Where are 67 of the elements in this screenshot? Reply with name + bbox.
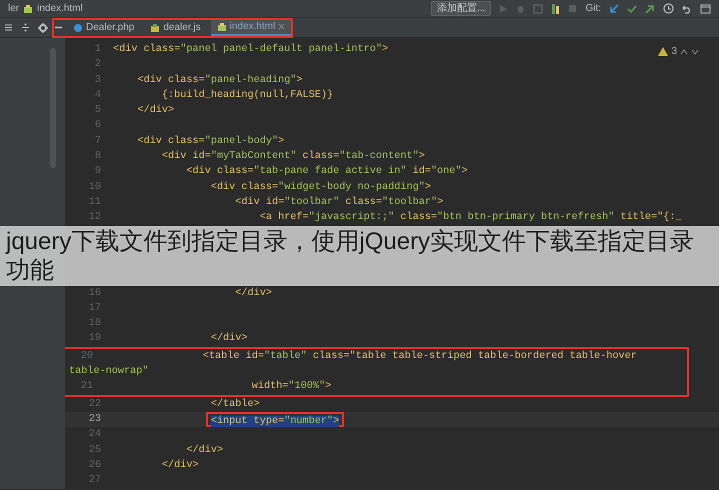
- window-icon[interactable]: [700, 4, 711, 14]
- code-line: <div class="widget-body no-padding">: [210, 180, 431, 195]
- editor-tab[interactable]: index.html: [210, 20, 292, 36]
- line-number: 26: [88, 458, 102, 473]
- code-line: </div>: [235, 286, 272, 301]
- js-file-icon: [150, 22, 160, 32]
- line-number: 16: [88, 286, 102, 301]
- editor-tab[interactable]: Dealer.php: [67, 20, 140, 36]
- html-file-icon: [216, 22, 227, 32]
- code-line: <div class="tab-pane fade active in" id="one">: [186, 164, 468, 180]
- code-line: width="100%">: [252, 380, 332, 394]
- breadcrumb-item[interactable]: ler: [8, 1, 20, 16]
- line-number: 12: [88, 211, 102, 226]
- line-number: 19: [88, 332, 102, 346]
- clock-icon[interactable]: [663, 3, 674, 14]
- line-number: 20: [80, 350, 94, 364]
- line-number: 9: [94, 165, 102, 180]
- code-line: <a href="javascript:;" class="btn btn-primary btn-refresh" title="{:_: [260, 210, 682, 226]
- breadcrumb-item[interactable]: index.html: [37, 1, 83, 16]
- line-number: 2: [94, 58, 102, 72]
- line-number: 17: [88, 302, 102, 316]
- code-line: <div id="toolbar" class="toolbar">: [235, 196, 444, 210]
- code-line: table-nowrap": [69, 364, 148, 380]
- code-line: <div class="panel-heading">: [137, 74, 303, 88]
- code-line: <div class="panel panel-default panel-intro">: [113, 42, 388, 57]
- list-icon[interactable]: [4, 23, 13, 32]
- line-number: 25: [88, 444, 102, 458]
- warning-count[interactable]: 3: [671, 44, 677, 59]
- line-number: 27: [88, 474, 102, 488]
- caption-banner: jquery下载文件到指定目录，使用jQuery实现文件下载至指定目录功能: [0, 226, 719, 286]
- code-line: </div>: [186, 444, 224, 458]
- code-line: {:build_heading(null,FALSE)}: [162, 88, 334, 103]
- code-line: </div>: [137, 104, 174, 118]
- code-line: <table id="table" class="table table-striped table-bordered table-hover: [202, 350, 637, 364]
- close-icon[interactable]: [278, 23, 286, 30]
- line-number: 7: [94, 134, 102, 149]
- code-line: <div class="panel-body">: [137, 134, 284, 149]
- line-number: 21: [80, 380, 94, 394]
- line-number: 1: [94, 43, 102, 57]
- line-number: 5: [94, 104, 102, 118]
- chevron-up-icon[interactable]: [680, 48, 688, 54]
- code-line: </div>: [162, 458, 199, 473]
- html-file-icon: [23, 4, 34, 14]
- line-number: 6: [94, 119, 102, 134]
- line-number: 11: [88, 196, 102, 210]
- warning-icon[interactable]: [658, 47, 668, 56]
- line-number: 8: [94, 150, 102, 164]
- line-number: 10: [88, 180, 102, 195]
- line-number: 18: [88, 317, 102, 332]
- arrow-icon[interactable]: [609, 4, 619, 14]
- line-number: 24: [88, 428, 102, 442]
- code-line: </div>: [210, 332, 248, 346]
- divide-icon[interactable]: [21, 23, 30, 32]
- code-line: <div id="myTabContent" class="tab-content">: [162, 150, 425, 164]
- chevron-down-icon[interactable]: [691, 48, 699, 54]
- undo-icon[interactable]: [682, 4, 692, 14]
- gear-icon[interactable]: [38, 22, 48, 32]
- line-number: 4: [94, 88, 102, 103]
- editor-tab[interactable]: dealer.js: [144, 20, 207, 36]
- code-line: </table>: [210, 398, 260, 412]
- checkmark-icon[interactable]: [627, 4, 637, 14]
- arrow-icon[interactable]: [645, 4, 655, 14]
- line-number: 22: [88, 398, 102, 412]
- line-number: 23: [88, 412, 102, 427]
- add-configuration-button[interactable]: 添加配置...: [431, 1, 492, 16]
- git-label: Git:: [585, 2, 601, 16]
- line-number: 3: [94, 74, 102, 88]
